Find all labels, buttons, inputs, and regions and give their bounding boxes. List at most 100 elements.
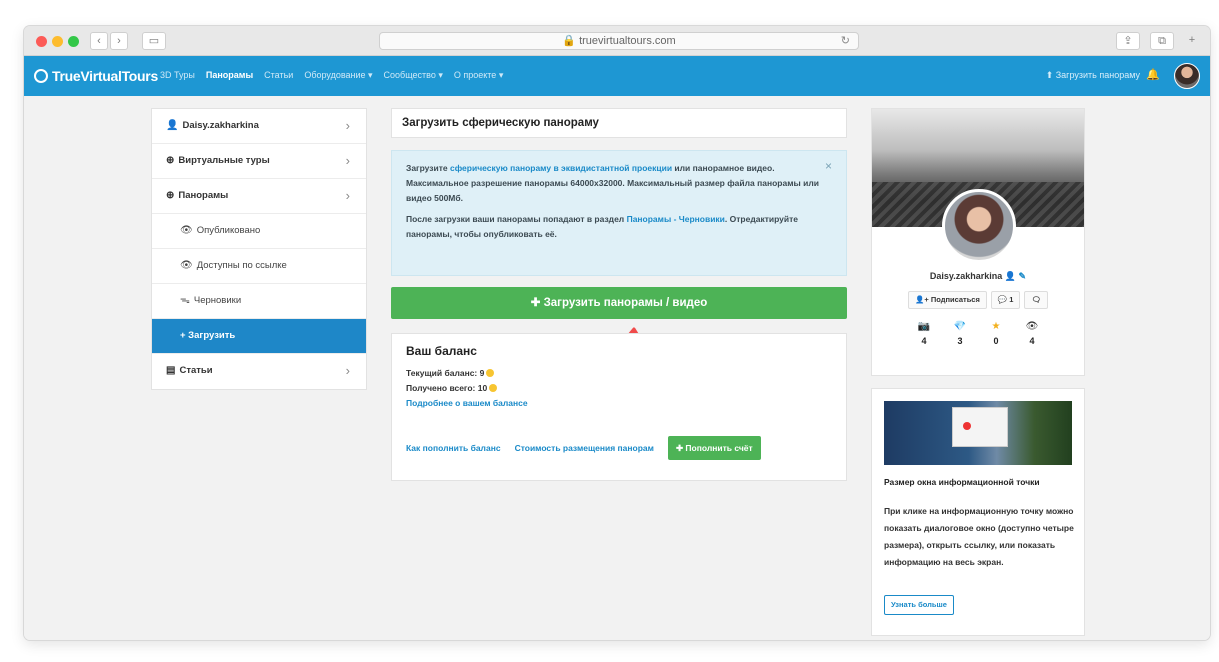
minimize-window-button[interactable] bbox=[52, 36, 63, 47]
stat-stars: ★ 0 bbox=[987, 321, 1005, 346]
sidebar-item-by-link[interactable]: 👁 Доступны по ссылке bbox=[152, 249, 366, 284]
chevron-right-icon: › bbox=[345, 118, 350, 133]
user-edit-icon[interactable]: 👤 ✎ bbox=[1005, 271, 1026, 281]
received-total: Получено всего: 10 bbox=[406, 381, 832, 396]
sidebar-item-label: Виртуальные туры bbox=[178, 155, 270, 166]
logo-text: TrueVirtualTours bbox=[52, 68, 158, 84]
chevron-right-icon: › bbox=[345, 188, 350, 203]
forward-button[interactable]: › bbox=[110, 32, 128, 50]
lock-icon: 🔒 bbox=[562, 35, 580, 47]
sidebar-toggle-icon[interactable]: ▭ bbox=[142, 32, 166, 50]
tabs-overview-icon[interactable]: ⧉ bbox=[1150, 32, 1174, 50]
stat-value: 3 bbox=[957, 336, 963, 346]
learn-more-button[interactable]: Узнать больше bbox=[884, 595, 954, 615]
chat-icon[interactable]: 🗨 bbox=[1024, 291, 1048, 309]
menu-3d-tours[interactable]: 3D Туры bbox=[160, 70, 195, 81]
back-button[interactable]: ‹ bbox=[90, 32, 108, 50]
promo-card: Размер окна информационной точки При кли… bbox=[871, 388, 1085, 636]
sidebar-item-published[interactable]: 👁 Опубликовано bbox=[152, 214, 366, 249]
sidebar-item-panoramas[interactable]: ⊕ Панорамы › bbox=[152, 179, 366, 214]
stat-gems: 💎 3 bbox=[951, 321, 969, 346]
browser-window: ‹ › ▭ 🔒 truevirtualtours.com ↻ ⇪ ⧉ + Tru… bbox=[24, 26, 1210, 640]
sidebar-item-virtual-tours[interactable]: ⊕ Виртуальные туры › bbox=[152, 144, 366, 179]
promo-dialog-preview bbox=[952, 407, 1008, 447]
close-window-button[interactable] bbox=[36, 36, 47, 47]
profile-stats: 📷 4 💎 3 ★ 0 👁 4 bbox=[872, 321, 1084, 346]
document-icon: ▤ bbox=[166, 365, 176, 376]
menu-about[interactable]: О проекте ▾ bbox=[454, 70, 503, 81]
globe-icon: ⊕ bbox=[166, 155, 175, 166]
star-icon: ★ bbox=[991, 321, 1001, 332]
upload-panoramas-button[interactable]: ✚ Загрузить панорамы / видео bbox=[391, 287, 847, 319]
received-total-text: Получено всего: 10 bbox=[406, 383, 488, 393]
menu-equipment[interactable]: Оборудование ▾ bbox=[304, 70, 372, 81]
current-balance-text: Текущий баланс: 9 bbox=[406, 368, 485, 378]
promo-title: Размер окна информационной точки bbox=[884, 477, 1040, 487]
stat-views: 👁 4 bbox=[1023, 321, 1041, 346]
sidebar-item-drafts[interactable]: ᯓ Черновики bbox=[152, 284, 366, 319]
reload-icon[interactable]: ↻ bbox=[841, 33, 850, 49]
address-bar[interactable]: 🔒 truevirtualtours.com ↻ bbox=[379, 32, 859, 50]
sidebar-item-label: Панорамы bbox=[178, 190, 229, 201]
equirectangular-link[interactable]: сферическую панораму в эквидистантной пр… bbox=[450, 163, 672, 173]
how-to-topup-link[interactable]: Как пополнить баланс bbox=[406, 443, 501, 453]
balance-card: Ваш баланс Текущий баланс: 9 Получено вс… bbox=[391, 333, 847, 481]
new-tab-icon[interactable]: + bbox=[1182, 32, 1202, 50]
browser-titlebar: ‹ › ▭ 🔒 truevirtualtours.com ↻ ⇪ ⧉ + bbox=[24, 26, 1210, 56]
page-content: 👤 Daisy.zakharkina › ⊕ Виртуальные туры › ⊕ П… bbox=[24, 96, 1210, 640]
menu-community[interactable]: Сообщество ▾ bbox=[384, 70, 443, 81]
site-logo[interactable]: TrueVirtualTours bbox=[34, 68, 158, 84]
user-icon: 👤 bbox=[166, 120, 179, 131]
bell-icon[interactable]: 🔔 bbox=[1146, 68, 1160, 81]
sidebar-item-articles[interactable]: ▤ Статьи › bbox=[152, 354, 366, 389]
stat-value: 0 bbox=[993, 336, 999, 346]
current-balance: Текущий баланс: 9 bbox=[406, 366, 832, 381]
profile-avatar[interactable] bbox=[942, 189, 1016, 263]
sidebar-item-label: Черновики bbox=[193, 295, 242, 306]
user-avatar[interactable] bbox=[1174, 63, 1200, 89]
placement-cost-link[interactable]: Стоимость размещения панорам bbox=[515, 443, 654, 453]
info-paragraph-1: Загрузите сферическую панораму в эквидис… bbox=[406, 161, 832, 206]
info-alert: Загрузите сферическую панораму в эквидис… bbox=[391, 150, 847, 276]
share-icon[interactable]: ⇪ bbox=[1116, 32, 1140, 50]
subscribe-button[interactable]: 👤+ Подписаться bbox=[908, 291, 987, 309]
profile-name-text[interactable]: Daisy.zakharkina bbox=[930, 271, 1002, 281]
topup-button[interactable]: ✚ Пополнить счёт bbox=[667, 436, 761, 460]
promo-thumbnail[interactable] bbox=[884, 401, 1072, 465]
sidebar-item-label: Опубликовано bbox=[196, 225, 261, 236]
site-navbar: TrueVirtualTours 3D Туры Панорамы Статьи… bbox=[24, 56, 1210, 96]
sidebar: 👤 Daisy.zakharkina › ⊕ Виртуальные туры › ⊕ П… bbox=[151, 108, 367, 390]
menu-articles[interactable]: Статьи bbox=[264, 70, 293, 81]
logo-icon bbox=[34, 69, 48, 83]
globe-icon: ⊕ bbox=[166, 190, 175, 201]
balance-details-link[interactable]: Подробнее о вашем балансе bbox=[406, 396, 832, 411]
camera-icon: 📷 bbox=[917, 321, 931, 332]
zoom-window-button[interactable] bbox=[68, 36, 79, 47]
chevron-right-icon: › bbox=[345, 363, 350, 378]
info-text: После загрузки ваши панорамы попадают в … bbox=[406, 214, 627, 224]
sidebar-item-label: Доступны по ссылке bbox=[196, 260, 287, 271]
main-menu: 3D Туры Панорамы Статьи Оборудование ▾ С… bbox=[160, 70, 503, 81]
eye-icon: 👁 bbox=[180, 260, 193, 271]
profile-name: Daisy.zakharkina 👤 ✎ bbox=[872, 271, 1084, 282]
profile-actions: 👤+ Подписаться 💬 1 🗨 bbox=[872, 291, 1084, 309]
close-icon[interactable]: × bbox=[825, 159, 832, 174]
drafts-link[interactable]: Панорамы - Черновики bbox=[627, 214, 725, 224]
eye-icon: 👁 bbox=[180, 225, 193, 236]
stat-panoramas: 📷 4 bbox=[915, 321, 933, 346]
balance-title: Ваш баланс bbox=[406, 344, 477, 358]
coin-icon bbox=[489, 384, 498, 392]
comments-button[interactable]: 💬 1 bbox=[990, 291, 1021, 309]
sidebar-item-profile[interactable]: 👤 Daisy.zakharkina › bbox=[152, 109, 366, 144]
upload-panorama-link[interactable]: ⬆ Загрузить панораму bbox=[1046, 70, 1140, 81]
eye-icon: 👁 bbox=[1025, 321, 1039, 332]
coin-icon bbox=[486, 369, 495, 377]
sidebar-item-upload[interactable]: + Загрузить bbox=[152, 319, 366, 354]
menu-panoramas[interactable]: Панорамы bbox=[206, 70, 253, 81]
balance-actions: Как пополнить баланс Стоимость размещени… bbox=[406, 436, 761, 460]
profile-card: Daisy.zakharkina 👤 ✎ 👤+ Подписаться 💬 1 … bbox=[871, 108, 1085, 376]
diamond-icon: 💎 bbox=[953, 321, 967, 332]
info-text: Загрузите bbox=[406, 163, 450, 173]
sidebar-item-label: + Загрузить bbox=[180, 330, 236, 341]
page-title: Загрузить сферическую панораму bbox=[391, 108, 847, 138]
